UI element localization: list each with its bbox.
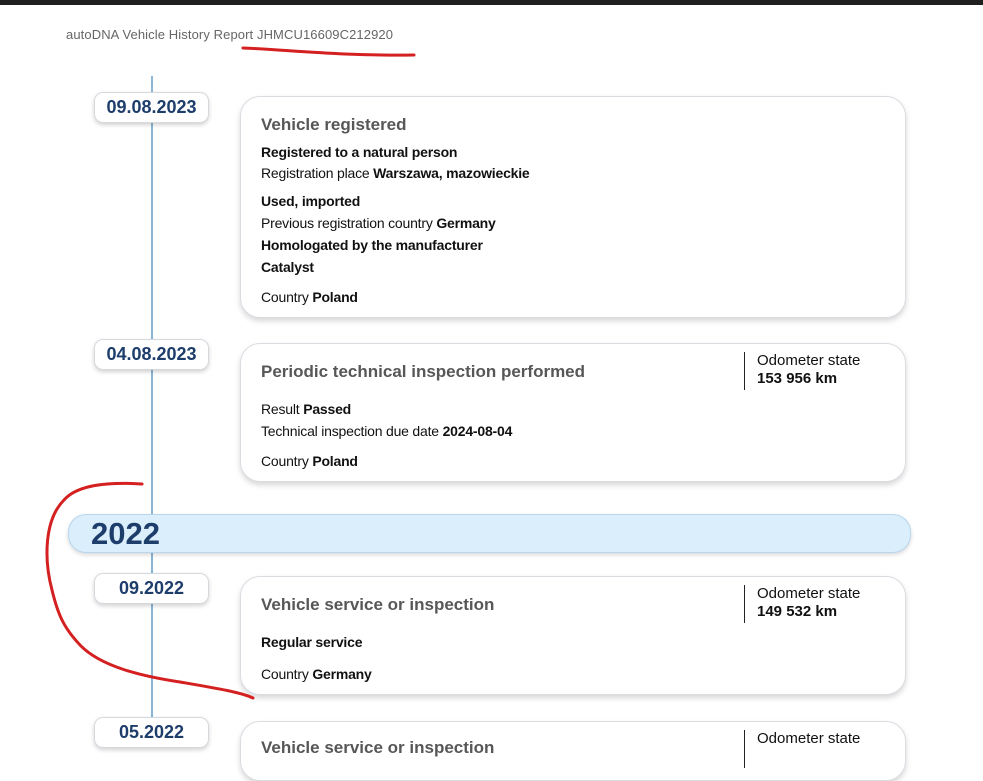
timeline-line	[151, 76, 153, 742]
detail-line: Country Poland	[261, 289, 358, 305]
event-card-technical-inspection[interactable]: Periodic technical inspection performed …	[240, 343, 906, 482]
odometer-label: Odometer state	[757, 730, 861, 747]
detail-line: Catalyst	[261, 259, 314, 275]
event-title: Vehicle service or inspection	[261, 595, 495, 614]
date-badge: 05.2022	[94, 717, 209, 748]
date-badge: 09.08.2023	[94, 92, 209, 123]
detail-line: Registered to a natural person	[261, 144, 458, 160]
odometer-value: 149 532 km	[757, 603, 838, 620]
year-label: 2022	[91, 516, 160, 551]
detail-line: Result Passed	[261, 401, 352, 417]
odometer-state: Odometer state 153 956 km	[744, 352, 860, 390]
event-title: Vehicle registered	[261, 115, 407, 134]
vin-underline	[241, 46, 416, 57]
detail-line: Technical inspection due date 2024-08-04	[261, 423, 513, 439]
detail-line: Registration place Warszawa, mazowieckie	[261, 165, 530, 181]
detail-line: Regular service	[261, 634, 363, 650]
report-title: autoDNA Vehicle History Report JHMCU1660…	[66, 27, 394, 42]
detail-line: Country Poland	[261, 453, 358, 469]
event-card-vehicle-service[interactable]: Vehicle service or inspection Odometer s…	[240, 576, 906, 695]
odometer-label: Odometer state	[757, 352, 861, 369]
odometer-label: Odometer state	[757, 585, 861, 602]
detail-line: Country Germany	[261, 666, 372, 682]
event-title: Vehicle service or inspection	[261, 738, 495, 757]
odometer-state: Odometer state 149 532 km	[744, 585, 860, 623]
odometer-value: 153 956 km	[757, 370, 838, 387]
date-badge: 09.2022	[94, 573, 209, 604]
event-card-vehicle-service-partial[interactable]: Vehicle service or inspection Odometer s…	[240, 721, 906, 781]
event-card-vehicle-registered[interactable]: Vehicle registered Registered to a natur…	[240, 96, 906, 318]
top-bar	[0, 0, 983, 5]
detail-line: Used, imported	[261, 193, 361, 209]
odometer-state: Odometer state	[744, 730, 860, 768]
event-title: Periodic technical inspection performed	[261, 362, 586, 381]
year-band: 2022	[68, 514, 911, 553]
detail-line: Homologated by the manufacturer	[261, 237, 483, 253]
detail-line: Previous registration country Germany	[261, 215, 496, 231]
date-badge: 04.08.2023	[94, 339, 209, 370]
